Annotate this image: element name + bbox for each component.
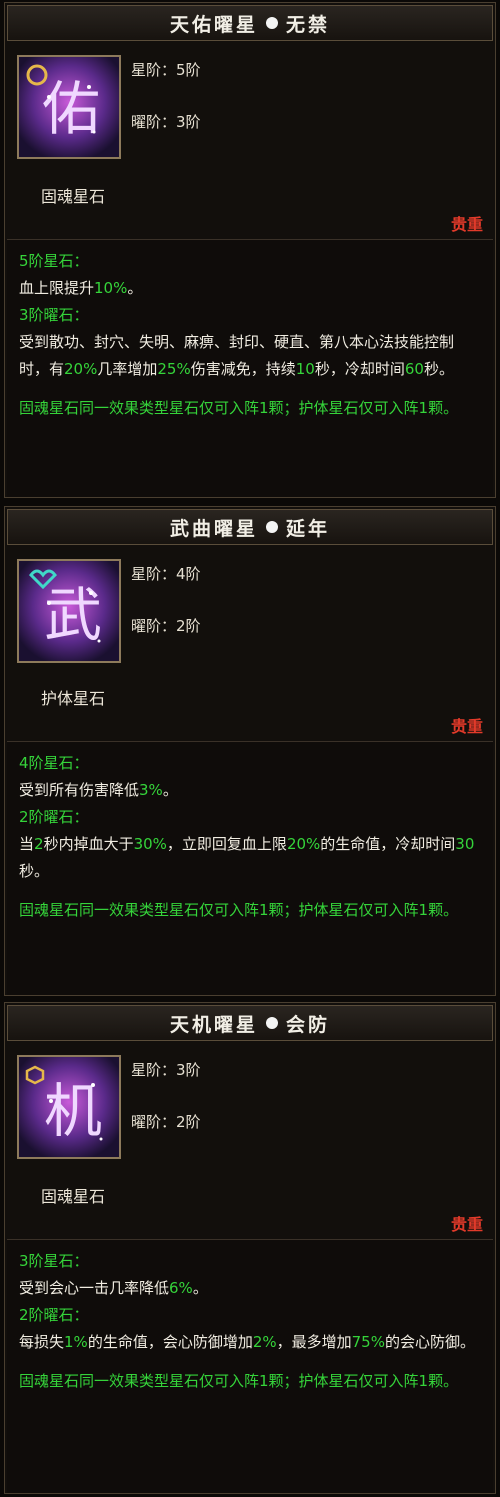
svg-text:武: 武 (44, 581, 102, 649)
star-rank: 星阶：4阶 (131, 565, 201, 583)
wu-qu-glyph-icon[interactable]: 武 (17, 559, 121, 663)
bullet-icon (266, 521, 278, 533)
card-title: 天佑曜星 无禁 (7, 5, 493, 41)
effect-value: 1% (64, 1333, 88, 1351)
star-rank: 星阶：5阶 (131, 61, 201, 79)
inlay-note: 固魂星石同一效果类型星石仅可入阵1颗；护体星石仅可入阵1颗。 (19, 901, 459, 919)
bullet-icon (266, 17, 278, 29)
star-attribute: 无禁 (286, 13, 331, 36)
svg-text:佑: 佑 (42, 75, 100, 143)
rarity-label: 贵重 (450, 717, 483, 736)
star-attribute: 会防 (286, 1013, 331, 1036)
yao-effect: 当2秒内掉血大于30%，立即回复血上限20%的生命值，冷却时间30 秒。 (19, 831, 483, 885)
yao-header: 3阶曜石： (19, 306, 89, 324)
effect-text: 的生命值，会心防御增加 (87, 1333, 253, 1351)
rarity-label: 贵重 (450, 1215, 483, 1234)
effect-value: 20% (64, 360, 98, 378)
effect-description: 3阶星石： 受到会心一击几率降低6%。 2阶曜石： 每损失1%的生命值，会心防御… (7, 1239, 493, 1493)
tian-you-glyph-icon[interactable]: 佑 (17, 55, 121, 159)
effect-value: 2% (252, 1333, 277, 1351)
star-header: 3阶星石： (19, 1252, 89, 1270)
yao-rank: 曜阶：2阶 (131, 1113, 201, 1131)
stone-type: 护体星石 (41, 689, 106, 708)
yao-header: 2阶曜石： (19, 1306, 89, 1324)
inlay-note: 固魂星石同一效果类型星石仅可入阵1颗；护体星石仅可入阵1颗。 (19, 1372, 459, 1390)
effect-text: 秒内掉血大于 (43, 835, 134, 853)
effect-value: 10 (295, 360, 315, 378)
effect-value: 20% (286, 835, 321, 853)
effect-value: 30 (455, 835, 475, 853)
effect-text: ，立即回复血上限 (166, 835, 287, 853)
effect-text: 秒，冷却时间 (314, 360, 405, 378)
yao-rank: 曜阶：2阶 (131, 617, 201, 635)
star-header: 4阶星石： (19, 754, 89, 772)
yao-effect: 每损失1%的生命值，会心防御增加2%，最多增加75%的会心防御。 (19, 1329, 483, 1356)
star-effect: 受到会心一击几率降低6%。 (19, 1279, 208, 1297)
effect-text: 伤害减免，持续 (190, 360, 296, 378)
effect-value: 60 (404, 360, 424, 378)
star-name: 天机曜星 (169, 1013, 258, 1036)
card-title: 武曲曜星 延年 (7, 509, 493, 545)
star-card-3: 天机曜星 会防 机 星阶：3阶 曜阶：2阶 固魂星石 贵重 3阶星石： 受到会心… (4, 1002, 496, 1494)
svg-text:机: 机 (44, 1077, 102, 1145)
stone-type: 固魂星石 (41, 187, 106, 206)
bullet-icon (266, 1017, 278, 1029)
star-effect: 血上限提升10%。 (19, 279, 143, 297)
effect-text: 的生命值，冷却时间 (320, 835, 456, 853)
effect-text: ，最多增加 (276, 1333, 352, 1351)
yao-rank: 曜阶：3阶 (131, 113, 201, 131)
star-name: 天佑曜星 (169, 13, 258, 36)
effect-text: 每损失 (19, 1333, 65, 1351)
effect-value: 2 (34, 835, 44, 853)
star-header: 5阶星石： (19, 252, 89, 270)
star-attribute: 延年 (286, 517, 331, 540)
effect-value: 25% (157, 360, 191, 378)
effect-text: 秒。 (19, 862, 50, 880)
effect-value: 75% (351, 1333, 385, 1351)
rarity-label: 贵重 (450, 215, 483, 234)
yao-header: 2阶曜石： (19, 808, 89, 826)
inlay-note: 固魂星石同一效果类型星石仅可入阵1颗；护体星石仅可入阵1颗。 (19, 399, 459, 417)
star-effect: 受到所有伤害降低3%。 (19, 781, 178, 799)
card-title: 天机曜星 会防 (7, 1005, 493, 1041)
effect-text: 当 (19, 835, 35, 853)
star-card-1: 天佑曜星 无禁 佑 星阶：5阶 曜阶：3阶 固魂星石 贵重 5阶星石： 血上限提… (4, 2, 496, 498)
yao-effect: 受到散功、封穴、失明、麻痹、封印、硬直、第八本心法技能控制时，有20%几率增加2… (19, 329, 483, 383)
star-card-2: 武曲曜星 延年 武 星阶：4阶 曜阶：2阶 护体星石 贵重 4阶星石： 受到所有… (4, 506, 496, 996)
effect-text: 的会心防御。 (384, 1333, 475, 1351)
tian-ji-glyph-icon[interactable]: 机 (17, 1055, 121, 1159)
effect-value: 30% (133, 835, 167, 853)
effect-description: 4阶星石： 受到所有伤害降低3%。 2阶曜石： 当2秒内掉血大于30%，立即回复… (7, 741, 493, 995)
effect-text: 秒。 (423, 360, 454, 378)
effect-description: 5阶星石： 血上限提升10%。 3阶曜石： 受到散功、封穴、失明、麻痹、封印、硬… (7, 239, 493, 497)
star-name: 武曲曜星 (169, 517, 258, 540)
stone-type: 固魂星石 (41, 1187, 106, 1206)
effect-text: 几率增加 (97, 360, 158, 378)
star-rank: 星阶：3阶 (131, 1061, 201, 1079)
